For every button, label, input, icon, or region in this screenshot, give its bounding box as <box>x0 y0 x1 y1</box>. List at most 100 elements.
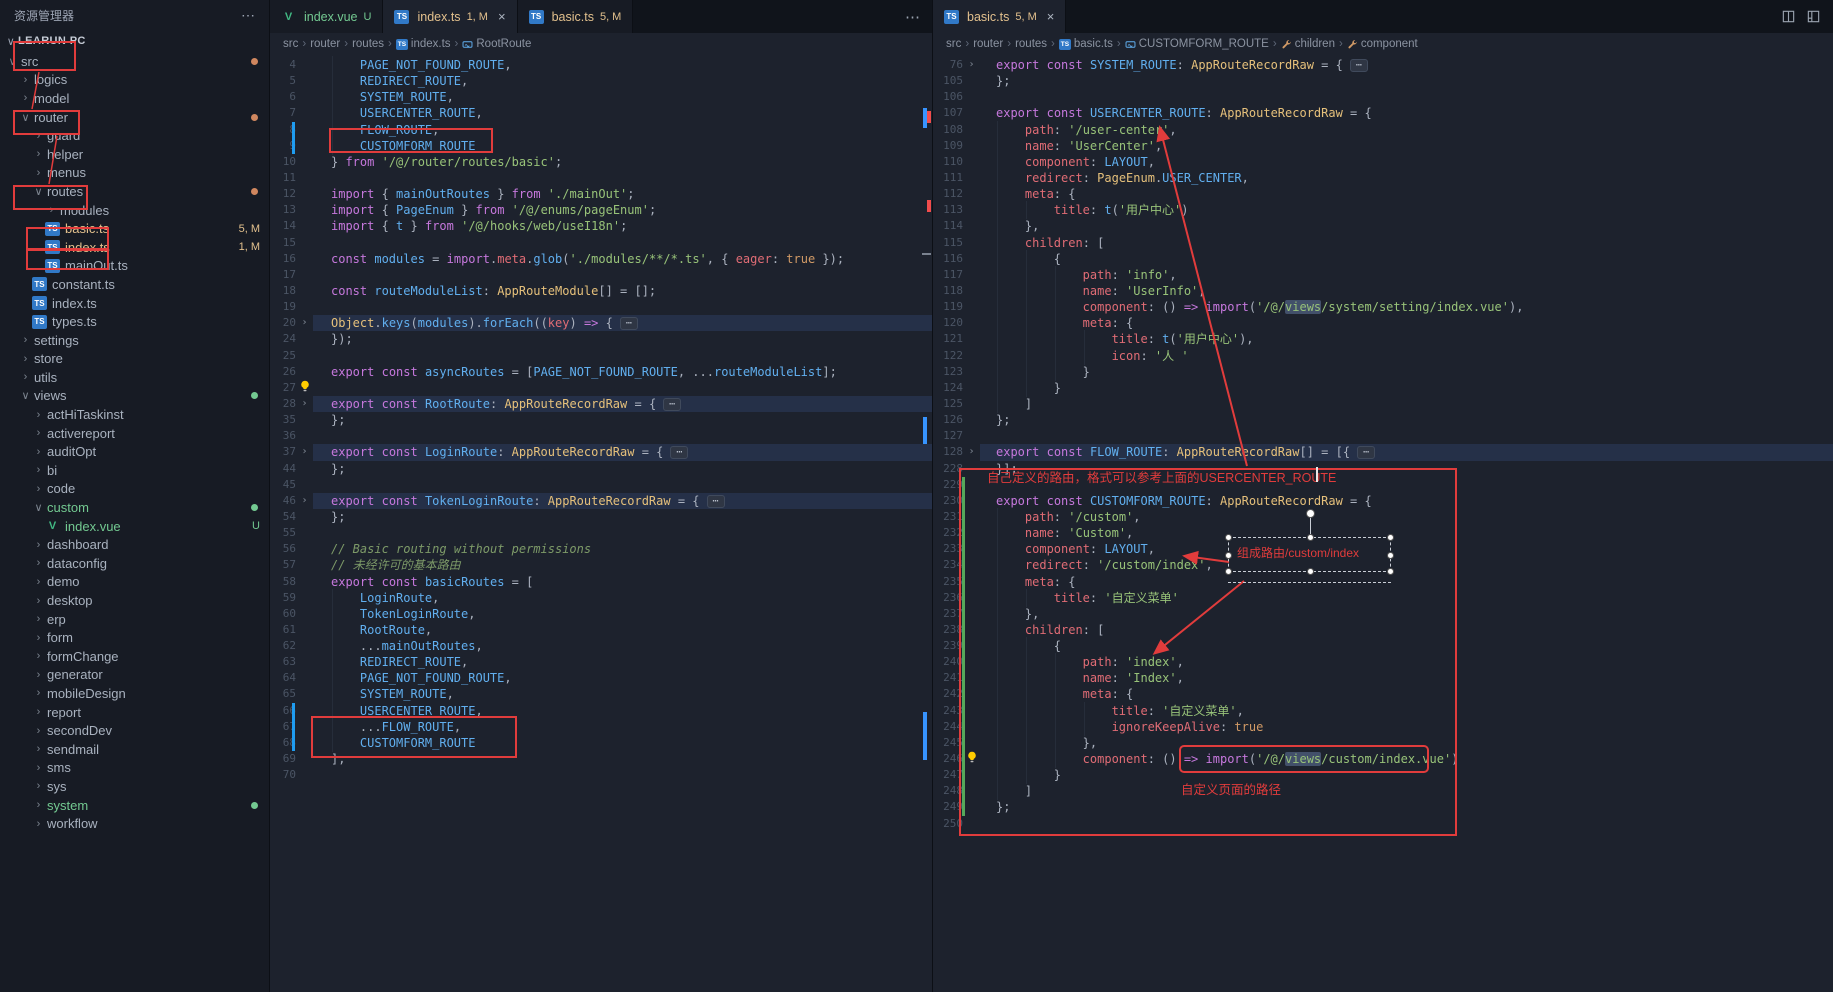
code-line-57[interactable]: 57// 未经许可的基本路由 <box>270 557 932 573</box>
code-line-15[interactable]: 15 <box>270 235 932 251</box>
code-line-69[interactable]: 69]; <box>270 751 932 767</box>
tab-index.vue[interactable]: Vindex.vueU <box>270 0 383 33</box>
code-line-25[interactable]: 25 <box>270 348 932 364</box>
tree-item-system[interactable]: ›system <box>0 796 269 815</box>
tree-item-modules[interactable]: ›modules <box>0 201 269 220</box>
code-line-9[interactable]: 9 CUSTOMFORM_ROUTE <box>270 138 932 154</box>
code-line-10[interactable]: 10} from '/@/router/routes/basic'; <box>270 154 932 170</box>
lightbulb-gutter[interactable] <box>963 751 980 767</box>
code-line-233[interactable]: 233 component: LAYOUT, <box>933 541 1833 557</box>
tree-item-utils[interactable]: ›utils <box>0 368 269 387</box>
editor-actions-more-icon[interactable]: ⋯ <box>905 8 920 26</box>
code-line-232[interactable]: 232 name: 'Custom', <box>933 525 1833 541</box>
tree-item-index.vue[interactable]: Vindex.vueU <box>0 517 269 536</box>
code-line-8[interactable]: 8 FLOW_ROUTE, <box>270 122 932 138</box>
code-line-35[interactable]: 35}; <box>270 412 932 428</box>
code-line-26[interactable]: 26export const asyncRoutes = [PAGE_NOT_F… <box>270 364 932 380</box>
close-icon[interactable]: × <box>498 9 506 24</box>
code-line-18[interactable]: 18const routeModuleList: AppRouteModule[… <box>270 283 932 299</box>
code-line-125[interactable]: 125 ] <box>933 396 1833 412</box>
tree-item-generator[interactable]: ›generator <box>0 666 269 685</box>
tree-item-settings[interactable]: ›settings <box>0 331 269 350</box>
breadcrumb-item-RootRoute[interactable]: RootRoute <box>462 38 531 50</box>
code-line-234[interactable]: 234 redirect: '/custom/index', <box>933 557 1833 573</box>
code-line-13[interactable]: 13import { PageEnum } from '/@/enums/pag… <box>270 202 932 218</box>
tab-index.ts[interactable]: TSindex.ts1, M× <box>383 0 517 33</box>
fold-chevron-icon[interactable]: › <box>963 444 980 460</box>
tree-item-index.ts[interactable]: TSindex.ts1, M <box>0 238 269 257</box>
code-line-76[interactable]: 76›export const SYSTEM_ROUTE: AppRouteRe… <box>933 57 1833 73</box>
tree-item-form[interactable]: ›form <box>0 628 269 647</box>
code-line-239[interactable]: 239 { <box>933 638 1833 654</box>
customize-layout-icon[interactable] <box>1806 9 1821 24</box>
tree-item-dataconfig[interactable]: ›dataconfig <box>0 554 269 573</box>
code-line-46[interactable]: 46›export const TokenLoginRoute: AppRout… <box>270 493 932 509</box>
folded-code-badge[interactable]: ⋯ <box>1357 446 1375 459</box>
tree-item-activereport[interactable]: ›activereport <box>0 424 269 443</box>
tree-item-routes[interactable]: ∨routes <box>0 182 269 201</box>
folded-code-badge[interactable]: ⋯ <box>1350 59 1368 72</box>
code-line-16[interactable]: 16const modules = import.meta.glob('./mo… <box>270 251 932 267</box>
breadcrumb-item-routes[interactable]: routes <box>352 38 384 50</box>
code-line-67[interactable]: 67 ...FLOW_ROUTE, <box>270 719 932 735</box>
tree-item-report[interactable]: ›report <box>0 703 269 722</box>
tree-item-mainOut.ts[interactable]: TSmainOut.ts <box>0 257 269 276</box>
code-line-106[interactable]: 106 <box>933 89 1833 105</box>
code-line-70[interactable]: 70 <box>270 767 932 783</box>
tree-item-sendmail[interactable]: ›sendmail <box>0 740 269 759</box>
fold-chevron-icon[interactable]: › <box>296 493 313 509</box>
code-line-121[interactable]: 121 title: t('用户中心'), <box>933 331 1833 347</box>
tree-item-types.ts[interactable]: TStypes.ts <box>0 312 269 331</box>
code-line-126[interactable]: 126}; <box>933 412 1833 428</box>
code-line-124[interactable]: 124 } <box>933 380 1833 396</box>
code-line-28[interactable]: 28›export const RootRoute: AppRouteRecor… <box>270 396 932 412</box>
tree-item-router[interactable]: ∨router <box>0 108 269 127</box>
breadcrumb-item-routes[interactable]: routes <box>1015 38 1047 50</box>
code-line-4[interactable]: 4 PAGE_NOT_FOUND_ROUTE, <box>270 57 932 73</box>
breadcrumb-item-children[interactable]: children <box>1281 38 1335 50</box>
code-line-107[interactable]: 107export const USERCENTER_ROUTE: AppRou… <box>933 105 1833 121</box>
tree-item-helper[interactable]: ›helper <box>0 145 269 164</box>
tree-item-model[interactable]: ›model <box>0 89 269 108</box>
tree-item-formChange[interactable]: ›formChange <box>0 647 269 666</box>
code-line-19[interactable]: 19 <box>270 299 932 315</box>
code-line-250[interactable]: 250 <box>933 816 1833 832</box>
tree-item-src[interactable]: ∨src <box>0 52 269 71</box>
code-line-37[interactable]: 37›export const LoginRoute: AppRouteReco… <box>270 444 932 460</box>
code-line-12[interactable]: 12import { mainOutRoutes } from './mainO… <box>270 186 932 202</box>
tree-item-code[interactable]: ›code <box>0 480 269 499</box>
tab-basic.ts[interactable]: TSbasic.ts5, M× <box>933 0 1066 33</box>
code-line-114[interactable]: 114 }, <box>933 218 1833 234</box>
tree-item-secondDev[interactable]: ›secondDev <box>0 721 269 740</box>
tree-item-menus[interactable]: ›menus <box>0 164 269 183</box>
lightbulb-icon[interactable] <box>966 751 978 763</box>
code-line-64[interactable]: 64 PAGE_NOT_FOUND_ROUTE, <box>270 670 932 686</box>
project-root-row[interactable]: ∨ LEARUN PC <box>0 30 269 52</box>
tree-item-sms[interactable]: ›sms <box>0 759 269 778</box>
code-line-248[interactable]: 248 ] <box>933 783 1833 799</box>
breadcrumb-item-src[interactable]: src <box>283 38 298 50</box>
code-line-241[interactable]: 241 name: 'Index', <box>933 670 1833 686</box>
tree-item-actHiTaskinst[interactable]: ›actHiTaskinst <box>0 405 269 424</box>
code-line-115[interactable]: 115 children: [ <box>933 235 1833 251</box>
code-line-36[interactable]: 36 <box>270 428 932 444</box>
code-line-116[interactable]: 116 { <box>933 251 1833 267</box>
code-line-108[interactable]: 108 path: '/user-center', <box>933 122 1833 138</box>
folded-code-badge[interactable]: ⋯ <box>670 446 688 459</box>
fold-chevron-icon[interactable]: › <box>296 444 313 460</box>
code-line-7[interactable]: 7 USERCENTER_ROUTE, <box>270 105 932 121</box>
folded-code-badge[interactable]: ⋯ <box>707 495 725 508</box>
code-line-55[interactable]: 55 <box>270 525 932 541</box>
code-line-236[interactable]: 236 title: '自定义菜单' <box>933 590 1833 606</box>
tree-item-workflow[interactable]: ›workflow <box>0 814 269 833</box>
code-line-65[interactable]: 65 SYSTEM_ROUTE, <box>270 686 932 702</box>
close-icon[interactable]: × <box>1047 9 1055 24</box>
code-line-117[interactable]: 117 path: 'info', <box>933 267 1833 283</box>
code-line-242[interactable]: 242 meta: { <box>933 686 1833 702</box>
code-line-113[interactable]: 113 title: t('用户中心') <box>933 202 1833 218</box>
tree-item-constant.ts[interactable]: TSconstant.ts <box>0 275 269 294</box>
tree-item-mobileDesign[interactable]: ›mobileDesign <box>0 684 269 703</box>
code-line-112[interactable]: 112 meta: { <box>933 186 1833 202</box>
code-line-68[interactable]: 68 CUSTOMFORM_ROUTE <box>270 735 932 751</box>
breadcrumb-item-router[interactable]: router <box>310 38 340 50</box>
